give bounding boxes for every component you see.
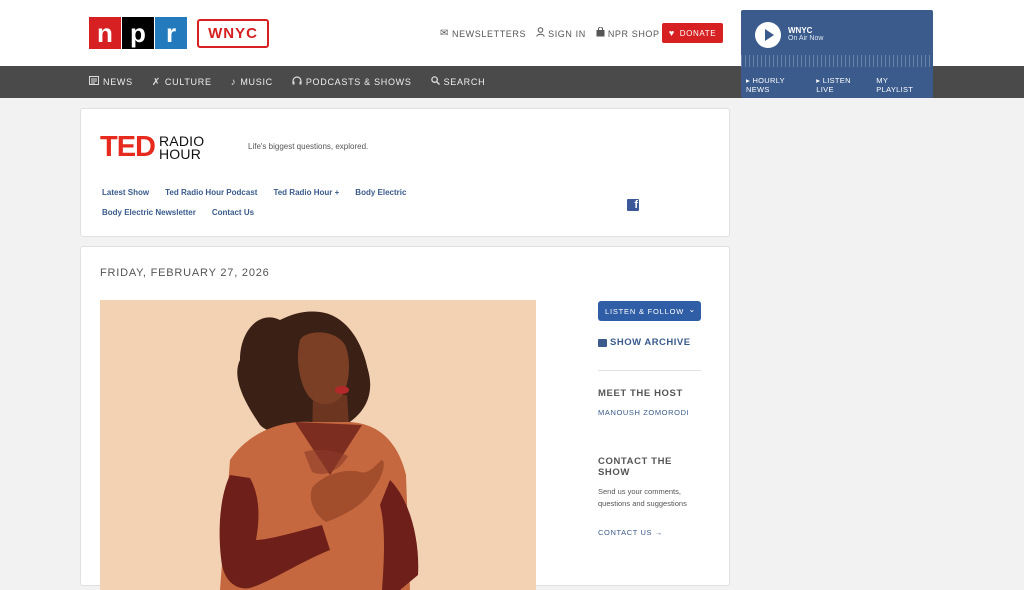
show-nav-links: Latest Show Ted Radio Hour Podcast Ted R… bbox=[102, 188, 482, 228]
calendar-icon bbox=[598, 338, 607, 347]
newsletters-label: NEWSLETTERS bbox=[451, 28, 527, 39]
meet-host-heading: MEET THE HOST bbox=[598, 388, 683, 399]
music-note-icon: ♪ bbox=[230, 76, 237, 88]
play-icon bbox=[765, 29, 774, 41]
donate-button[interactable]: ♥ DONATE bbox=[662, 23, 723, 43]
culture-icon: ✗ bbox=[151, 76, 161, 88]
episode-card: FRIDAY, FEBRUARY 27, 2026 LISTEN & FOLLO… bbox=[80, 246, 730, 590]
show-archive-link[interactable]: SHOW ARCHIVE bbox=[598, 337, 691, 348]
chevron-down-icon: ⌄ bbox=[688, 305, 696, 314]
nav-label-music: MUSIC bbox=[240, 77, 273, 87]
contact-heading: CONTACT THE SHOW bbox=[598, 456, 672, 478]
npr-shop-label: NPR SHOP bbox=[607, 28, 660, 39]
hourly-news-link[interactable]: ▸ HOURLY NEWS bbox=[746, 76, 809, 94]
link-latest-show[interactable]: Latest Show bbox=[102, 188, 149, 197]
headphones-icon bbox=[292, 76, 302, 88]
contact-heading-line2: SHOW bbox=[598, 467, 630, 478]
facebook-icon[interactable]: f bbox=[627, 199, 639, 211]
link-body-electric-newsletter[interactable]: Body Electric Newsletter bbox=[102, 208, 196, 217]
sidebar-divider bbox=[598, 370, 701, 371]
link-body-electric[interactable]: Body Electric bbox=[355, 188, 406, 197]
npr-logo-p: p bbox=[122, 17, 154, 49]
listen-live-link[interactable]: ▸ LISTEN LIVE bbox=[816, 76, 869, 94]
link-contact-us[interactable]: Contact Us bbox=[212, 208, 254, 217]
npr-logo-r: r bbox=[155, 17, 187, 49]
nav-label-culture: CULTURE bbox=[164, 77, 212, 87]
player-station-name: WNYC bbox=[788, 26, 813, 35]
show-tagline: Life's biggest questions, explored. bbox=[248, 142, 369, 151]
wnyc-logo[interactable]: WNYC bbox=[197, 19, 269, 48]
nav-label-news: NEWS bbox=[103, 77, 133, 87]
episode-date: FRIDAY, FEBRUARY 27, 2026 bbox=[100, 267, 270, 279]
nav-item-podcasts[interactable]: PODCASTS & SHOWS bbox=[292, 76, 412, 88]
sign-in-link[interactable]: SIGN IN bbox=[536, 27, 586, 40]
nav-label-podcasts: PODCASTS & SHOWS bbox=[305, 77, 412, 87]
my-playlist-link[interactable]: MY PLAYLIST bbox=[876, 76, 926, 94]
contact-heading-line1: CONTACT THE bbox=[598, 456, 672, 467]
listen-follow-label: LISTEN & FOLLOW bbox=[605, 306, 685, 316]
illustration-woman-hand-on-heart bbox=[219, 311, 419, 590]
episode-illustration[interactable] bbox=[100, 300, 536, 590]
play-button[interactable] bbox=[755, 22, 781, 48]
player-links: ▸ HOURLY NEWS ▸ LISTEN LIVE MY PLAYLIST bbox=[746, 76, 933, 94]
heart-icon: ♥ bbox=[668, 28, 675, 38]
waveform-graphic bbox=[741, 55, 933, 67]
ted-logo-word: TED bbox=[100, 131, 156, 163]
npr-logo-n: n bbox=[89, 17, 121, 49]
newsletters-link[interactable]: ✉ NEWSLETTERS bbox=[440, 28, 526, 39]
logo-hour: HOUR bbox=[159, 145, 202, 162]
radio-hour-wordmark: RADIO HOUR bbox=[159, 134, 204, 162]
nav-item-news[interactable]: NEWS bbox=[89, 76, 133, 88]
npr-shop-link[interactable]: NPR SHOP bbox=[596, 26, 660, 40]
ted-radio-hour-logo[interactable]: TED RADIO HOUR bbox=[100, 133, 204, 162]
host-name-link[interactable]: MANOUSH ZOMORODI bbox=[598, 408, 689, 417]
contact-us-link[interactable]: CONTACT US → bbox=[598, 528, 663, 537]
search-icon bbox=[430, 76, 440, 88]
shopping-bag-icon bbox=[596, 26, 605, 40]
link-ted-radio-hour-plus[interactable]: Ted Radio Hour + bbox=[273, 188, 339, 197]
nav-item-music[interactable]: ♪ MUSIC bbox=[231, 77, 273, 88]
npr-logo[interactable]: n p r bbox=[89, 17, 188, 49]
donate-label: DONATE bbox=[679, 28, 717, 38]
contact-description: Send us your comments, questions and sug… bbox=[598, 487, 687, 508]
user-icon bbox=[536, 27, 545, 40]
show-archive-label: SHOW ARCHIVE bbox=[610, 337, 691, 348]
live-radio-player: WNYC On Air Now ▸ HOURLY NEWS ▸ LISTEN L… bbox=[741, 10, 933, 98]
utility-nav: ✉ NEWSLETTERS SIGN IN NPR SHOP bbox=[440, 26, 670, 40]
newspaper-icon bbox=[89, 76, 99, 88]
nav-item-search[interactable]: SEARCH bbox=[430, 76, 486, 88]
nav-item-culture[interactable]: ✗ CULTURE bbox=[152, 77, 212, 88]
link-ted-radio-hour-podcast[interactable]: Ted Radio Hour Podcast bbox=[165, 188, 257, 197]
player-status: On Air Now bbox=[788, 35, 824, 42]
envelope-icon: ✉ bbox=[440, 28, 449, 39]
sign-in-label: SIGN IN bbox=[548, 28, 586, 39]
nav-label-search: SEARCH bbox=[443, 77, 486, 87]
show-header-card: TED RADIO HOUR Life's biggest questions,… bbox=[80, 108, 730, 237]
listen-follow-button[interactable]: LISTEN & FOLLOW ⌄ bbox=[598, 301, 701, 321]
